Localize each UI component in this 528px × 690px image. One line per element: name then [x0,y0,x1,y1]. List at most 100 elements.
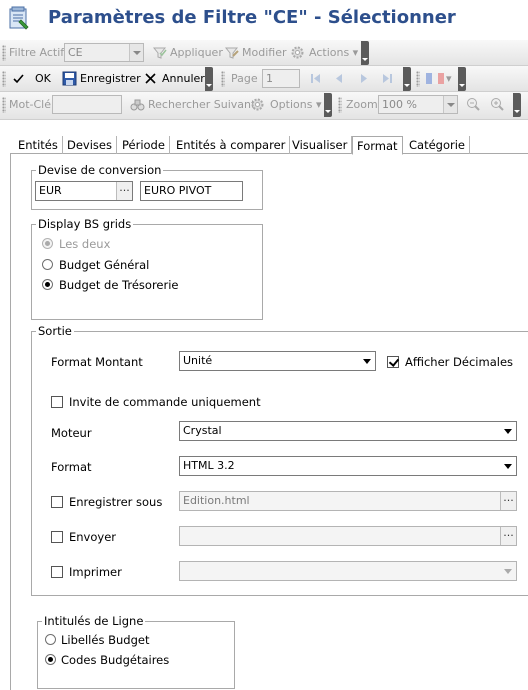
radio-budget-general-label: Budget Général [59,258,150,272]
currency-lookup-button[interactable]: ... [116,182,132,200]
format-label: Format [51,460,92,474]
tab-format[interactable]: Format [352,136,403,155]
actions-menu-button[interactable]: Actions ▾ [309,46,358,59]
radio-libelles-budget[interactable] [45,634,56,645]
chevron-down-icon [500,457,516,475]
browse-recipient-button[interactable]: ... [500,527,516,545]
invite-commande-checkbox[interactable] [51,396,63,408]
close-icon [144,72,159,87]
zoom-select[interactable]: 100 % [378,95,458,114]
imprimer-select[interactable] [179,561,517,581]
afficher-decimales-label: Afficher Décimales [405,355,514,369]
window-title: Paramètres de Filtre "CE" - Sélectionner [48,7,456,28]
page-label: Page [231,72,258,85]
tab-visualiser[interactable]: Visualiser [288,136,353,154]
active-filter-label: Filtre Actif [9,46,65,59]
tab-periode[interactable]: Période [118,136,170,154]
toolbar-grip[interactable] [338,97,342,113]
gear-icon [250,97,265,112]
radio-les-deux-label: Les deux [59,237,111,251]
chevron-down-icon[interactable]: ▾ [446,72,452,85]
cancel-button[interactable]: Annuler [162,72,205,85]
action-toolbar: OK Enregistrer Annuler Page 1 ▾ [0,66,528,92]
envoyer-checkbox[interactable] [51,531,63,543]
search-next-button[interactable]: Rechercher Suivant [148,98,255,111]
page-number-input[interactable]: 1 [262,69,300,88]
chevron-down-icon [359,352,375,370]
last-page-icon[interactable] [380,71,395,86]
options-label: Options [270,98,313,111]
radio-libelles-budget-label: Libellés Budget [61,633,150,647]
zoom-in-icon[interactable] [490,97,505,112]
enregistrer-sous-checkbox[interactable] [51,496,63,508]
options-menu-button[interactable]: Options ▾ [270,98,321,111]
filter-toolbar: Filtre Actif CE Appliquer Modifier Actio… [0,40,528,66]
keyword-label: Mot-Clé [9,98,52,111]
enregistrer-sous-value: Edition.html [183,494,250,507]
conversion-legend: Devise de conversion [36,163,164,177]
toolbar-grip[interactable] [221,71,225,87]
toolbar-options-button[interactable] [458,67,466,91]
invite-commande-label: Invite de commande uniquement [69,395,261,409]
radio-codes-budgetaires-label: Codes Budgétaires [61,653,170,667]
toolbar-options-button[interactable] [205,67,213,91]
tab-categorie[interactable]: Catégorie [405,136,470,154]
radio-les-deux[interactable] [42,238,53,249]
tab-entites[interactable]: Entités [14,136,63,154]
format-value: HTML 3.2 [183,459,235,472]
currency-code-input[interactable]: EUR ... [35,181,133,201]
toolbar-grip[interactable] [2,71,6,87]
ok-button[interactable]: OK [35,72,51,85]
tab-entites-a-comparer[interactable]: Entités à comparer [172,136,291,154]
radio-codes-budgetaires[interactable] [45,654,56,665]
toolbar-grip[interactable] [2,45,6,61]
tab-devises[interactable]: Devises [63,136,117,154]
currency-name-field[interactable]: EURO PIVOT [140,181,243,201]
modify-button[interactable]: Modifier [242,46,286,59]
sortie-legend: Sortie [36,324,74,338]
enregistrer-sous-input[interactable]: Edition.html ... [179,491,517,511]
filter-settings-icon [8,6,30,30]
zoom-out-icon[interactable] [466,97,481,112]
zoom-label: Zoom [346,98,378,111]
enregistrer-sous-label: Enregistrer sous [69,495,163,509]
toolbar-grip[interactable] [416,71,420,87]
binoculars-icon [130,97,145,112]
moteur-value: Crystal [183,424,222,437]
search-toolbar: Mot-Clé Rechercher Suivant Options ▾ Zoo… [0,92,528,120]
french-flag-icon[interactable] [426,73,444,84]
afficher-decimales-checkbox[interactable] [387,356,399,368]
apply-filter-icon [152,45,167,60]
moteur-select[interactable]: Crystal [179,421,517,441]
radio-budget-tresorerie[interactable] [42,279,53,290]
toolbar-options-button[interactable] [403,67,411,91]
title-bar: Paramètres de Filtre "CE" - Sélectionner [0,0,528,40]
active-filter-value: CE [68,46,83,59]
toolbar-grip[interactable] [2,97,6,113]
active-filter-select[interactable]: CE [64,43,144,62]
browse-file-button[interactable]: ... [500,492,516,510]
save-disk-icon [62,71,77,86]
toolbar-options-button[interactable] [361,41,369,65]
zoom-value: 100 % [382,98,417,111]
radio-budget-tresorerie-label: Budget de Trésorerie [59,278,179,292]
imprimer-checkbox[interactable] [51,566,63,578]
format-select[interactable]: HTML 3.2 [179,456,517,476]
keyword-input[interactable] [52,95,122,114]
envoyer-input[interactable]: ... [179,526,517,546]
tab-strip: Entités Devises Période Entités à compar… [10,136,528,155]
format-montant-value: Unité [183,354,213,367]
radio-budget-general[interactable] [42,259,53,270]
checkmark-icon [12,72,27,87]
gear-icon [290,45,305,60]
bs-grids-legend: Display BS grids [36,217,134,231]
intitules-legend: Intitulés de Ligne [42,614,146,628]
save-button[interactable]: Enregistrer [80,72,141,85]
previous-page-icon[interactable] [332,71,347,86]
apply-button[interactable]: Appliquer [170,46,223,59]
next-page-icon[interactable] [356,71,371,86]
toolbar-options-button[interactable] [513,93,521,117]
format-montant-select[interactable]: Unité [179,351,376,371]
toolbar-options-button[interactable] [324,93,332,117]
first-page-icon[interactable] [308,71,323,86]
